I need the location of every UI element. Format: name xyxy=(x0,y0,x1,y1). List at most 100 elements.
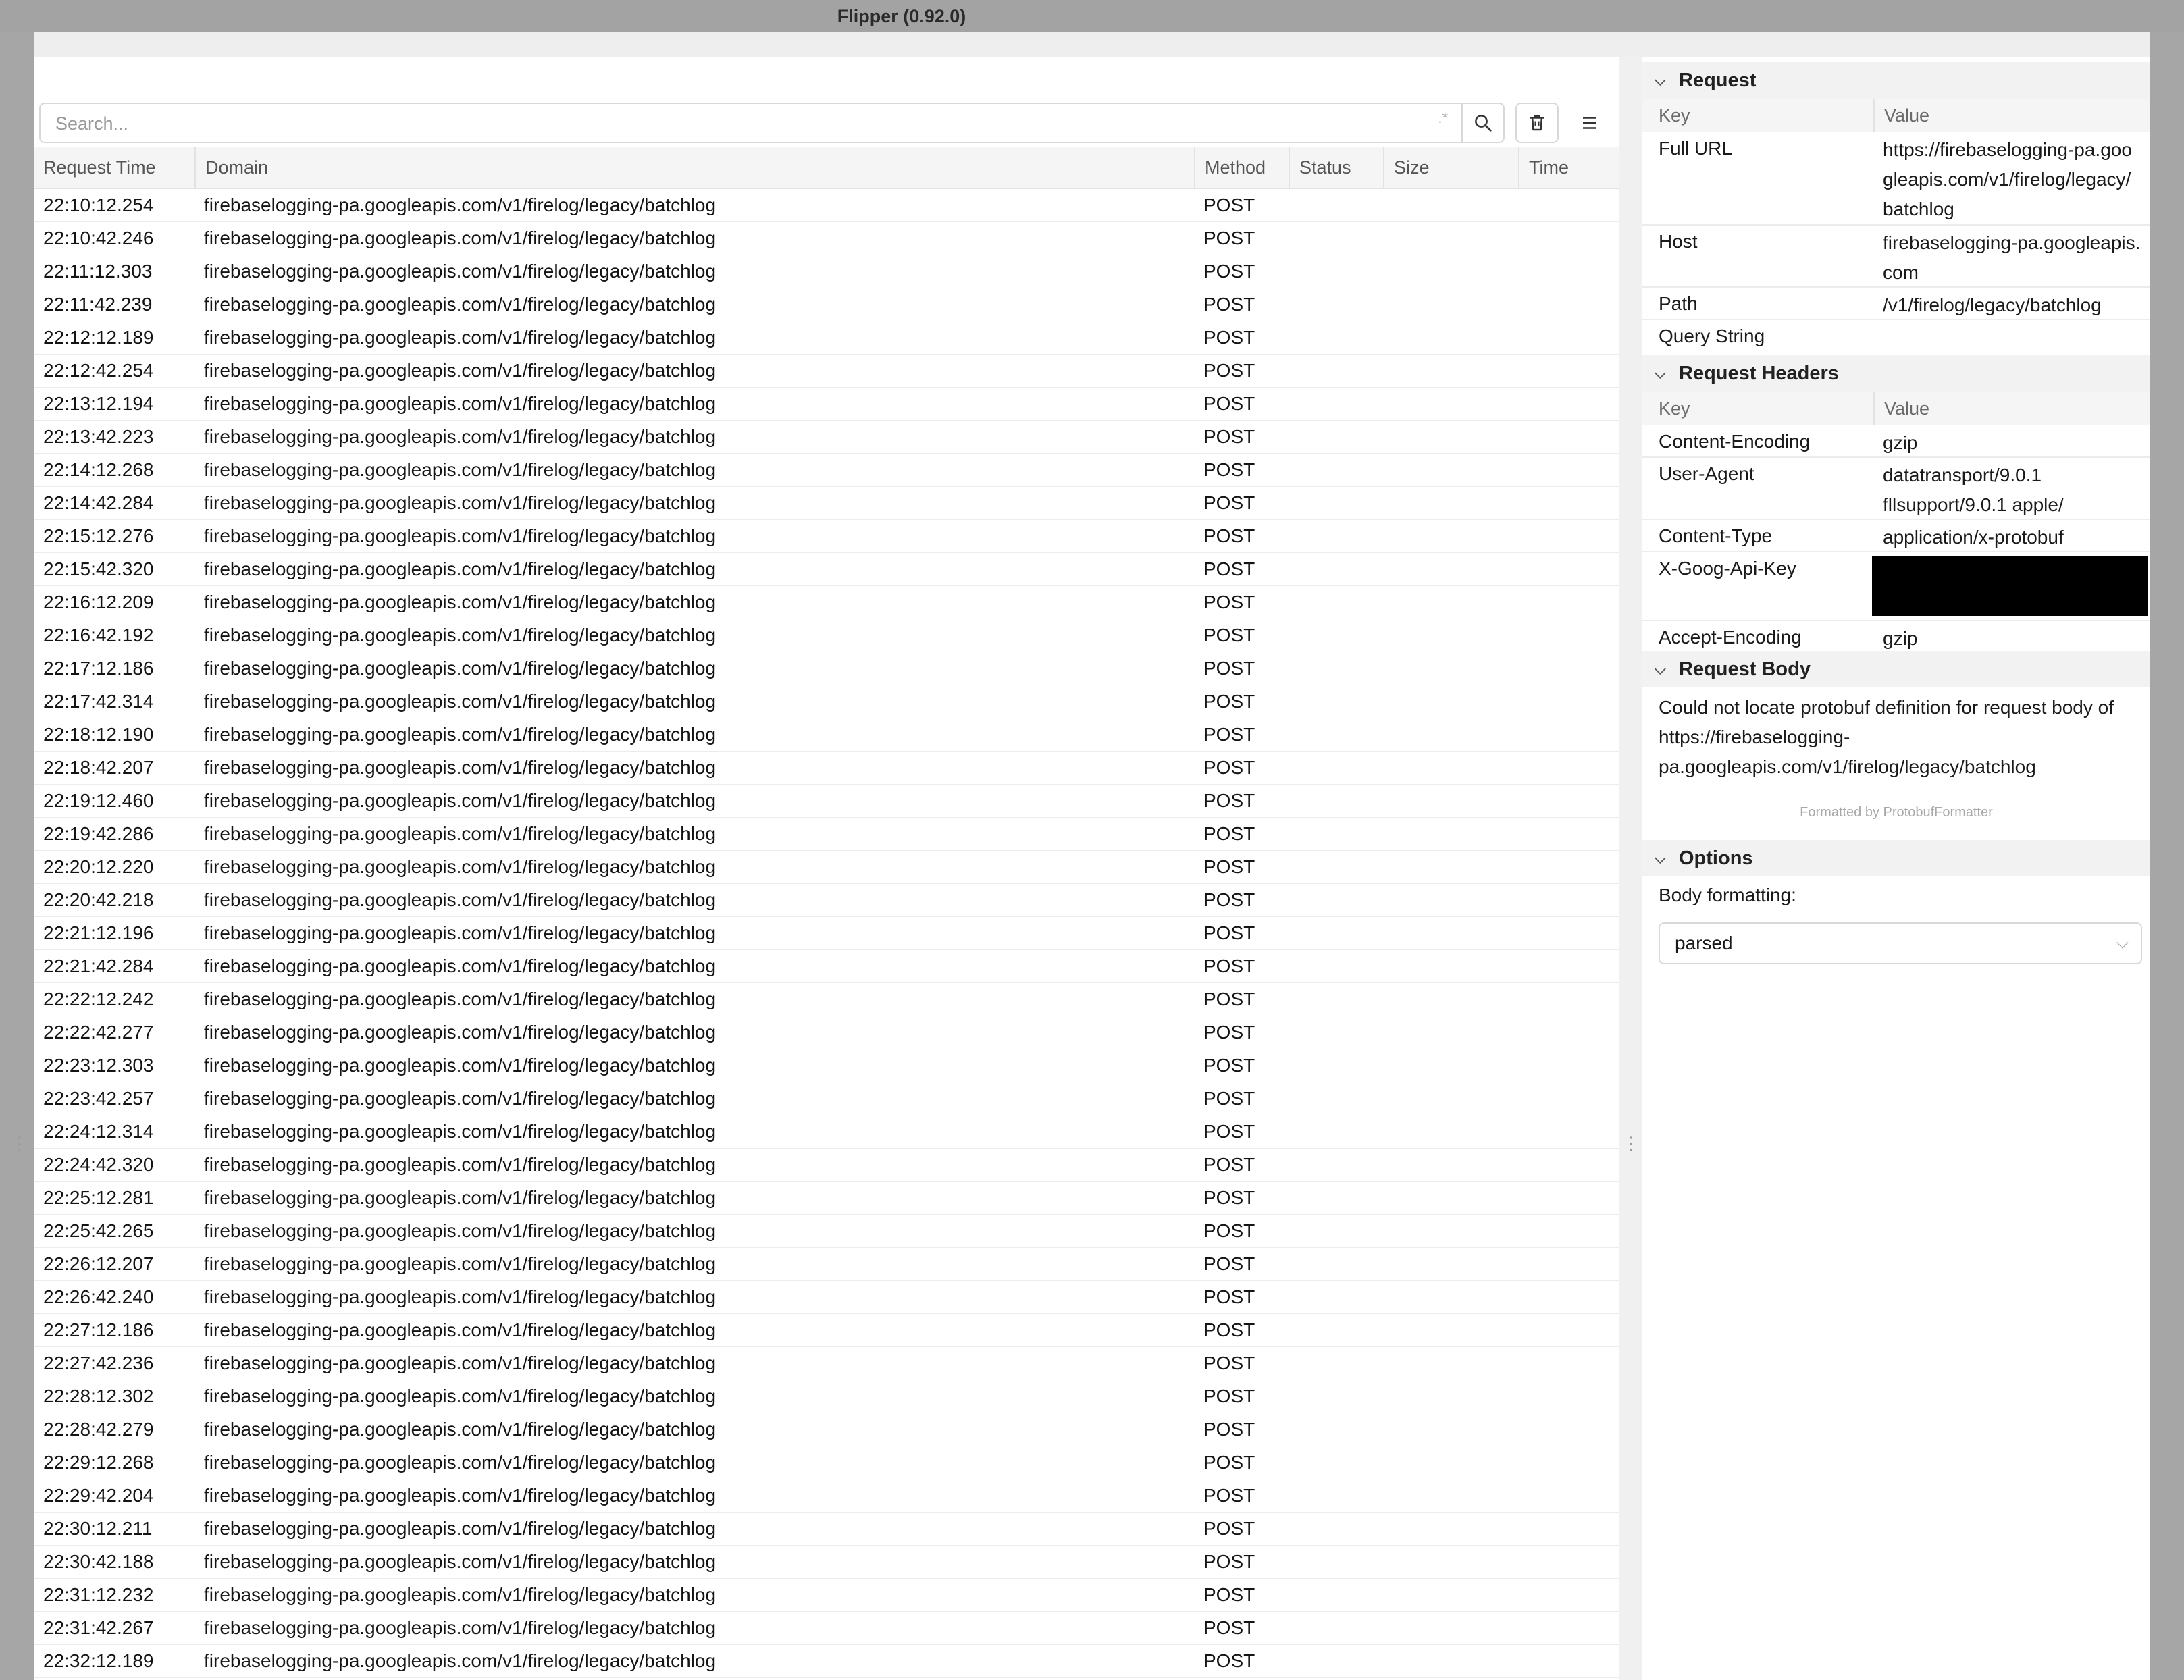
regex-toggle[interactable]: .* xyxy=(1438,109,1448,127)
table-row[interactable]: 22:20:42.218 firebaselogging-pa.googleapi… xyxy=(34,884,1619,917)
cell-time xyxy=(1518,1546,1619,1578)
table-row[interactable]: 22:14:42.284 firebaselogging-pa.googleapi… xyxy=(34,487,1619,520)
table-row[interactable]: 22:15:12.276 firebaselogging-pa.googleapi… xyxy=(34,520,1619,553)
table-row[interactable]: 22:13:42.223 firebaselogging-pa.googleapi… xyxy=(34,421,1619,454)
clear-requests-button[interactable] xyxy=(1515,103,1559,143)
table-row[interactable]: 22:21:42.284 firebaselogging-pa.googleapi… xyxy=(34,950,1619,983)
table-row[interactable]: 22:29:42.204 firebaselogging-pa.googleapi… xyxy=(34,1479,1619,1513)
pane-splitter-handle[interactable]: ⋮ xyxy=(1622,1134,1640,1152)
table-row[interactable]: 22:27:12.186 firebaselogging-pa.googleapi… xyxy=(34,1314,1619,1347)
cell-method: POST xyxy=(1203,1584,1255,1605)
cell-method: POST xyxy=(1203,1386,1255,1407)
body-formatting-select[interactable]: parsed ⌵ xyxy=(1659,922,2142,964)
table-row[interactable]: 22:23:42.257 firebaselogging-pa.googleapi… xyxy=(34,1082,1619,1115)
cell-time xyxy=(1518,1182,1619,1214)
table-row[interactable]: 22:16:12.209 firebaselogging-pa.googleapi… xyxy=(34,586,1619,619)
search-input[interactable] xyxy=(54,104,1407,143)
table-row[interactable]: 22:26:12.207 firebaselogging-pa.googleapi… xyxy=(34,1248,1619,1281)
cell-method: POST xyxy=(1203,989,1255,1009)
table-row[interactable]: 22:24:12.314 firebaselogging-pa.googleapi… xyxy=(34,1115,1619,1149)
table-row[interactable]: 22:10:12.254 firebaselogging-pa.googleapi… xyxy=(34,189,1619,222)
cell-status xyxy=(1289,1281,1383,1313)
table-row[interactable]: 22:30:12.211 firebaselogging-pa.googleapi… xyxy=(34,1513,1619,1546)
table-row[interactable]: 22:31:42.267 firebaselogging-pa.googleapi… xyxy=(34,1612,1619,1645)
cell-domain: firebaselogging-pa.googleapis.com/v1/fir… xyxy=(204,194,717,215)
section-options-header[interactable]: ⌵ Options xyxy=(1642,840,2150,876)
cell-request-time: 22:11:42.239 xyxy=(43,294,153,315)
cell-size xyxy=(1383,222,1518,255)
table-row[interactable]: 22:14:12.268 firebaselogging-pa.googleapi… xyxy=(34,454,1619,487)
cell-domain: firebaselogging-pa.googleapis.com/v1/fir… xyxy=(204,724,717,745)
cell-time xyxy=(1518,553,1619,585)
table-row[interactable]: 22:12:12.189 firebaselogging-pa.googleapi… xyxy=(34,321,1619,355)
table-row[interactable]: 22:11:12.303 firebaselogging-pa.googleapi… xyxy=(34,255,1619,288)
cell-status xyxy=(1289,1347,1383,1380)
cell-method: POST xyxy=(1203,261,1255,282)
cell-time xyxy=(1518,950,1619,982)
section-request-header[interactable]: ⌵ Request xyxy=(1642,62,2150,99)
cell-status xyxy=(1289,851,1383,883)
cell-status xyxy=(1289,288,1383,321)
cell-request-time: 22:22:42.277 xyxy=(43,1022,154,1043)
cell-time xyxy=(1518,1347,1619,1380)
cell-method: POST xyxy=(1203,922,1255,943)
cell-request-time: 22:30:42.188 xyxy=(43,1551,154,1572)
table-row[interactable]: 22:29:12.268 firebaselogging-pa.googleapi… xyxy=(34,1446,1619,1479)
table-row[interactable]: 22:28:12.302 firebaselogging-pa.googleapi… xyxy=(34,1380,1619,1413)
column-header-domain[interactable]: Domain xyxy=(194,147,1194,188)
column-header-method[interactable]: Method xyxy=(1194,147,1289,188)
table-row[interactable]: 22:16:42.192 firebaselogging-pa.googleapi… xyxy=(34,619,1619,652)
cell-request-time: 22:10:12.254 xyxy=(43,194,154,215)
table-row[interactable]: 22:10:42.246 firebaselogging-pa.googleapi… xyxy=(34,222,1619,255)
table-row[interactable]: 22:19:42.286 firebaselogging-pa.googleapi… xyxy=(34,818,1619,851)
table-row[interactable]: 22:13:12.194 firebaselogging-pa.googleapi… xyxy=(34,388,1619,421)
menu-button[interactable] xyxy=(1569,103,1610,143)
cell-size xyxy=(1383,1413,1518,1446)
kv-key: Accept-Encoding xyxy=(1659,627,1802,648)
table-row[interactable]: 22:11:42.239 firebaselogging-pa.googleapi… xyxy=(34,288,1619,321)
cell-request-time: 22:21:12.196 xyxy=(43,922,154,943)
table-row[interactable]: 22:15:42.320 firebaselogging-pa.googleapi… xyxy=(34,553,1619,586)
cell-request-time: 22:13:12.194 xyxy=(43,393,154,414)
cell-status xyxy=(1289,454,1383,486)
table-row[interactable]: 22:30:42.188 firebaselogging-pa.googleapi… xyxy=(34,1546,1619,1579)
kv-row-full-url: Full URL https://firebaselogging-pa.goog… xyxy=(1642,132,2150,226)
table-row[interactable]: 22:18:42.207 firebaselogging-pa.googleapi… xyxy=(34,752,1619,785)
table-row[interactable]: 22:21:12.196 firebaselogging-pa.googleapi… xyxy=(34,917,1619,950)
table-row[interactable]: 22:19:12.460 firebaselogging-pa.googleapi… xyxy=(34,785,1619,818)
cell-method: POST xyxy=(1203,1353,1255,1373)
cell-method: POST xyxy=(1203,790,1255,811)
table-row[interactable]: 22:12:42.254 firebaselogging-pa.googleapi… xyxy=(34,355,1619,388)
table-row[interactable]: 22:25:12.281 firebaselogging-pa.googleapi… xyxy=(34,1182,1619,1215)
table-row[interactable]: 22:27:42.236 firebaselogging-pa.googleapi… xyxy=(34,1347,1619,1380)
cell-status xyxy=(1289,619,1383,652)
section-request-body-header[interactable]: ⌵ Request Body xyxy=(1642,651,2150,687)
table-row[interactable]: 22:23:12.303 firebaselogging-pa.googleapi… xyxy=(34,1049,1619,1082)
table-row[interactable]: 22:22:42.277 firebaselogging-pa.googleapi… xyxy=(34,1016,1619,1049)
column-header-status[interactable]: Status xyxy=(1289,147,1383,188)
search-box[interactable]: .* xyxy=(39,103,1463,143)
cell-domain: firebaselogging-pa.googleapis.com/v1/fir… xyxy=(204,1650,717,1671)
table-row[interactable]: 22:17:12.186 firebaselogging-pa.googleapi… xyxy=(34,652,1619,685)
table-row[interactable]: 22:28:42.279 firebaselogging-pa.googleapi… xyxy=(34,1413,1619,1446)
table-row[interactable]: 22:31:12.232 firebaselogging-pa.googleapi… xyxy=(34,1579,1619,1612)
column-header-request-time[interactable]: Request Time xyxy=(34,147,194,188)
window-titlebar: Flipper (0.92.0) xyxy=(0,0,2184,32)
table-row[interactable]: 22:20:12.220 firebaselogging-pa.googleapi… xyxy=(34,851,1619,884)
column-header-size[interactable]: Size xyxy=(1383,147,1518,188)
table-row[interactable]: 22:24:42.320 firebaselogging-pa.googleapi… xyxy=(34,1149,1619,1182)
cell-domain: firebaselogging-pa.googleapis.com/v1/fir… xyxy=(204,1584,717,1605)
table-row[interactable]: 22:17:42.314 firebaselogging-pa.googleapi… xyxy=(34,685,1619,718)
column-header-time[interactable]: Time xyxy=(1518,147,1619,188)
cell-time xyxy=(1518,1479,1619,1512)
left-splitter-handle[interactable]: ⋮ xyxy=(11,1134,28,1152)
table-row[interactable]: 22:26:42.240 firebaselogging-pa.googleapi… xyxy=(34,1281,1619,1314)
table-row[interactable]: 22:18:12.190 firebaselogging-pa.googleapi… xyxy=(34,718,1619,752)
cell-status xyxy=(1289,553,1383,585)
table-row[interactable]: 22:25:42.265 firebaselogging-pa.googleapi… xyxy=(34,1215,1619,1248)
table-row[interactable]: 22:32:12.189 firebaselogging-pa.googleapi… xyxy=(34,1645,1619,1678)
cell-status xyxy=(1289,1546,1383,1578)
search-button[interactable] xyxy=(1461,103,1505,143)
table-row[interactable]: 22:22:12.242 firebaselogging-pa.googleapi… xyxy=(34,983,1619,1016)
section-request-headers-header[interactable]: ⌵ Request Headers xyxy=(1642,355,2150,392)
